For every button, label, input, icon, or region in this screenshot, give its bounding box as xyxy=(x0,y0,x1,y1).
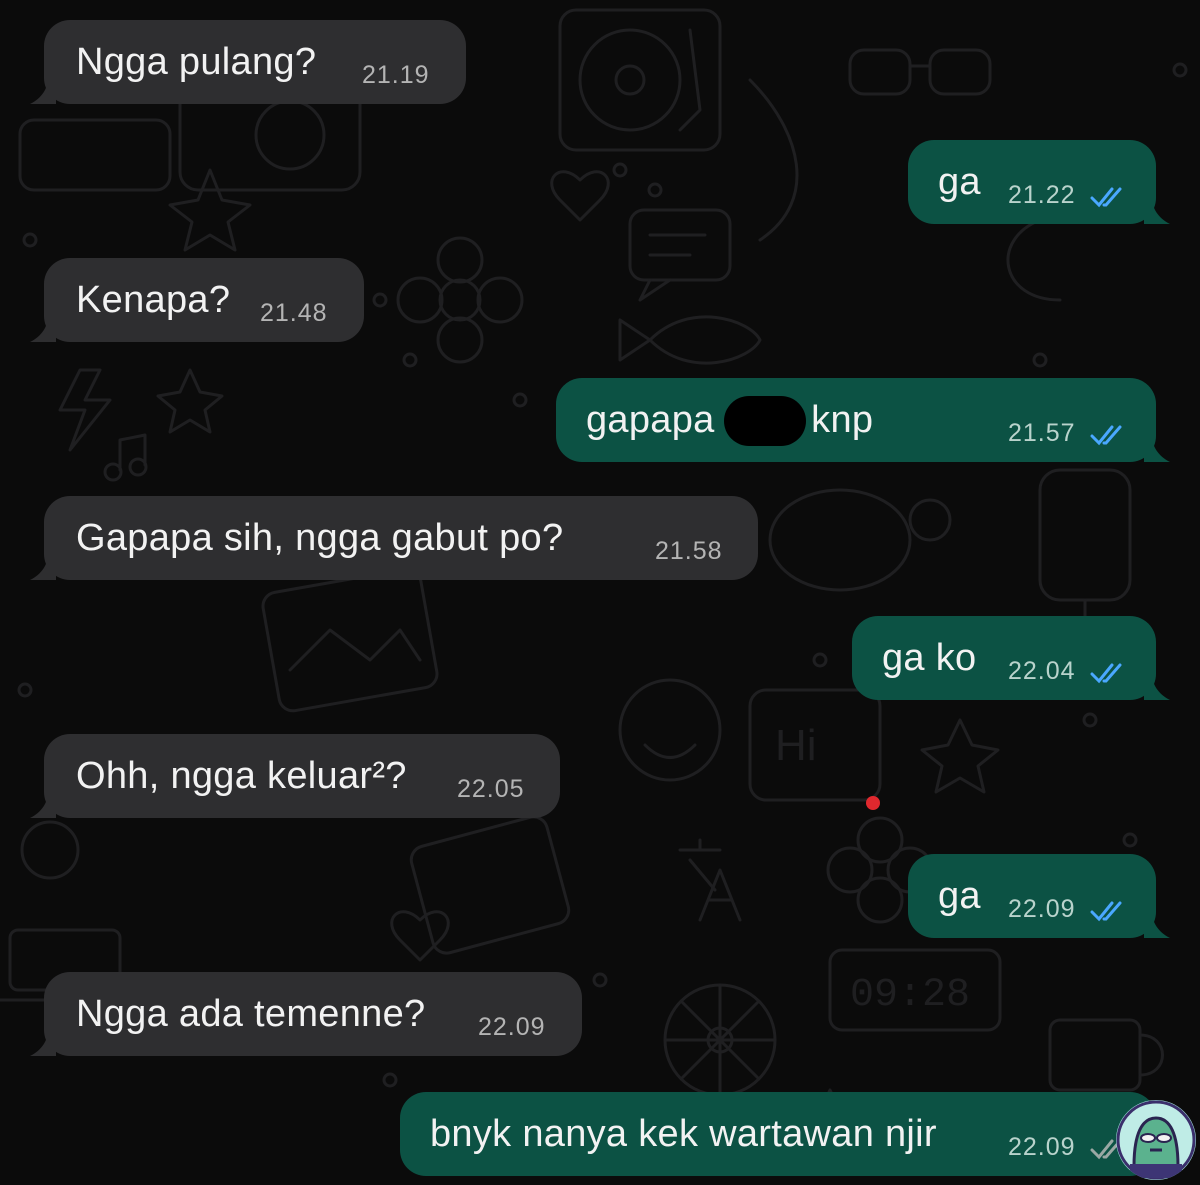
message-timestamp: 22.09 xyxy=(1008,1133,1076,1161)
outgoing-message[interactable]: bnyk nanya kek wartawan njir 22.09 xyxy=(400,1092,1170,1176)
message-timestamp: 22.09 xyxy=(478,1013,546,1041)
record-player-icon xyxy=(558,8,722,152)
glasses-icon xyxy=(848,48,992,96)
message-text: Ngga pulang? xyxy=(76,41,317,83)
svg-text:Hi: Hi xyxy=(775,721,817,770)
outgoing-message[interactable]: gapapa emg knp 21.57 xyxy=(556,378,1170,462)
incoming-message[interactable]: Ngga pulang? 21.19 xyxy=(30,20,466,104)
message-text: Ngga ada temenne? xyxy=(76,993,426,1035)
message-text: Kenapa? xyxy=(76,279,231,321)
incoming-message[interactable]: Gapapa sih, ngga gabut po? 21.58 xyxy=(30,496,758,580)
hi-bubble-icon: Hi xyxy=(748,688,882,802)
read-receipt-icon xyxy=(1090,663,1122,684)
fish-icon xyxy=(618,315,762,365)
redaction-blot xyxy=(724,396,806,446)
message-timestamp: 21.58 xyxy=(655,537,723,565)
read-receipt-icon xyxy=(1090,901,1122,922)
digital-clock-icon: 09:28 xyxy=(828,948,1002,1032)
message-timestamp: 22.09 xyxy=(1008,895,1076,923)
phone-icon xyxy=(20,820,80,880)
message-text: ga xyxy=(938,875,981,917)
sticker-avatar xyxy=(1116,1100,1196,1180)
outgoing-message[interactable]: ga ko 22.04 xyxy=(852,616,1170,700)
incoming-message[interactable]: Ngga ada temenne? 22.09 xyxy=(30,972,582,1056)
lightning-icon xyxy=(58,368,112,452)
message-text: bnyk nanya kek wartawan njir xyxy=(430,1113,937,1155)
music-note-icon xyxy=(103,433,148,482)
frog-sticker-icon xyxy=(1116,1100,1196,1180)
message-text: Ohh, ngga keluar²? xyxy=(76,755,407,797)
picture-frame-icon xyxy=(261,567,439,713)
message-timestamp: 21.48 xyxy=(260,299,328,327)
message-text: Gapapa sih, ngga gabut po? xyxy=(76,517,564,559)
message-text: ga ko xyxy=(882,637,977,679)
message-timestamp: 21.22 xyxy=(1008,181,1076,209)
flower-icon xyxy=(396,236,524,364)
indicator-dot xyxy=(866,796,880,810)
message-timestamp: 21.19 xyxy=(362,61,430,89)
read-receipt-icon xyxy=(1090,425,1122,446)
incoming-message[interactable]: Kenapa? 21.48 xyxy=(30,258,364,342)
outgoing-message[interactable]: ga 22.09 xyxy=(908,854,1170,938)
message-timestamp: 21.57 xyxy=(1008,419,1076,447)
tag-icon xyxy=(409,815,571,955)
svg-text:09:28: 09:28 xyxy=(850,973,970,1018)
citrus-icon xyxy=(663,983,777,1097)
message-timestamp: 22.05 xyxy=(457,775,525,803)
incoming-message[interactable]: Ohh, ngga keluar²? 22.05 xyxy=(30,734,560,818)
message-text: ga xyxy=(938,161,981,203)
message-timestamp: 22.04 xyxy=(1008,657,1076,685)
outgoing-message[interactable]: ga 21.22 xyxy=(908,140,1170,224)
translate-icon xyxy=(678,838,742,922)
chat-icon xyxy=(628,208,732,302)
turtle-icon xyxy=(768,488,952,592)
cup-icon xyxy=(1048,1018,1164,1092)
emoji-face-icon xyxy=(618,678,722,782)
read-receipt-icon xyxy=(1090,187,1122,208)
